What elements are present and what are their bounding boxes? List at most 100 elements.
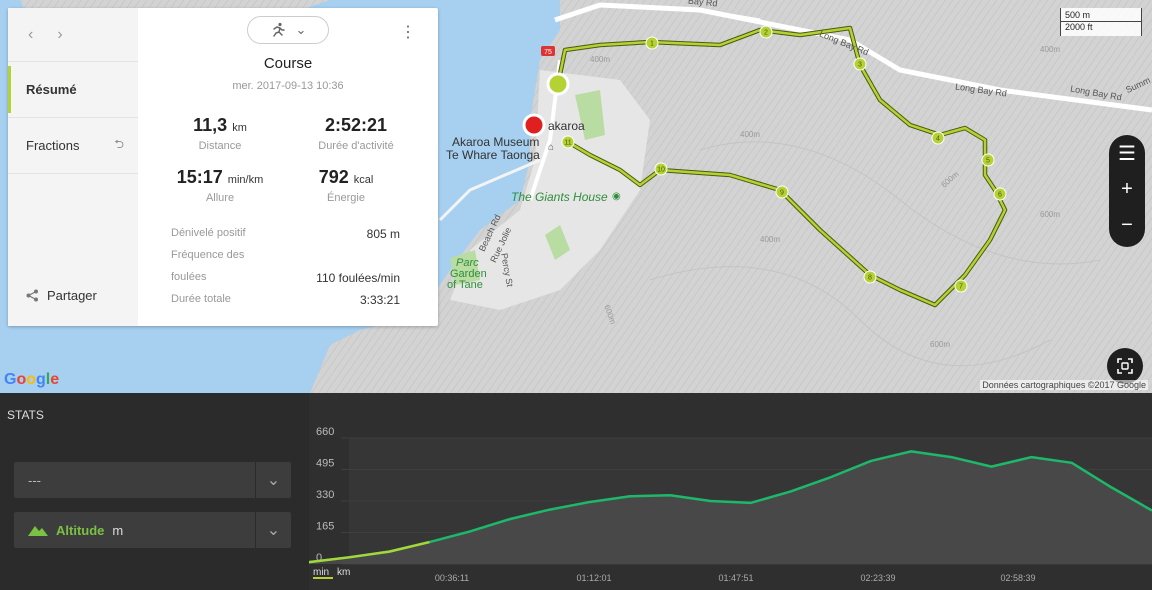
km-marker[interactable]: 4 — [931, 131, 945, 145]
svg-text:1: 1 — [650, 41, 654, 48]
zoom-out-button[interactable]: − — [1109, 207, 1145, 243]
total-duration-label: Durée totale — [171, 293, 231, 305]
distance-label: Distance — [198, 140, 242, 152]
km-marker[interactable]: 10 — [654, 162, 668, 176]
x-unit-min-toggle[interactable]: min — [313, 567, 329, 578]
contour-label: 400m — [740, 130, 761, 139]
google-logo: Google — [4, 371, 60, 388]
cadence-label-cont: foulées — [171, 271, 207, 283]
contour-label: 400m — [760, 235, 781, 244]
y-tick-label: 495 — [316, 458, 334, 470]
stat-select-altitude[interactable]: Altitude m ⌄ — [14, 512, 291, 548]
altitude-chart: 016533049566000:36:11 01:12:01 01:47:51 02:… — [309, 426, 1152, 583]
svg-text:11: 11 — [564, 140, 571, 147]
sidebar-item-label: Fractions — [26, 138, 80, 153]
detail-ascent: Dénivelé positif 805 m — [171, 227, 400, 241]
contour-label: 400m — [1040, 45, 1061, 54]
fit-route-button[interactable] — [1107, 348, 1143, 384]
fit-route-icon — [1117, 358, 1133, 374]
x-tick-label: 00:36:11 — [435, 573, 469, 583]
x-unit-km-toggle[interactable]: km — [337, 567, 350, 578]
share-icon — [26, 289, 38, 302]
km-marker[interactable]: 11 — [561, 135, 575, 149]
contour-label: 400m — [590, 55, 611, 64]
energy-value: 792 — [318, 167, 349, 187]
sport-type-select[interactable]: ⌄ — [247, 16, 329, 44]
km-marker[interactable]: 3 — [853, 57, 867, 71]
pace-unit: min/km — [227, 174, 264, 186]
km-marker[interactable]: 6 — [993, 187, 1007, 201]
laps-icon: ⮌ — [114, 137, 124, 151]
map-attribution[interactable]: Données cartographiques ©2017 Google — [980, 380, 1148, 390]
share-label: Partager — [47, 288, 97, 303]
km-marker[interactable]: 1 — [645, 36, 659, 50]
attraction-icon: ◉ — [612, 191, 621, 202]
cadence-value: 110 foulées/min — [316, 271, 400, 285]
altitude-unit: m — [112, 522, 124, 538]
total-duration-value: 3:33:21 — [359, 293, 400, 307]
y-tick-label: 330 — [316, 489, 334, 501]
cadence-label: Fréquence des — [171, 249, 245, 261]
contour-label: 600m — [1040, 210, 1061, 219]
stat-energy: 792 kcal Énergie — [271, 167, 421, 204]
svg-text:3: 3 — [858, 62, 862, 69]
stat-select-1-value: --- — [28, 472, 41, 488]
zoom-in-button[interactable]: + — [1109, 171, 1145, 207]
stat-select-1[interactable]: --- ⌄ — [14, 462, 291, 498]
svg-text:6: 6 — [998, 192, 1002, 199]
y-tick-label: 660 — [316, 426, 334, 438]
distance-value: 11,3 — [193, 115, 228, 135]
energy-label: Énergie — [327, 192, 365, 204]
next-activity-button[interactable]: › — [57, 26, 62, 44]
sidebar-item-laps[interactable]: Fractions ⮌ — [8, 118, 138, 174]
activity-summary-card: ‹ › Résumé Fractions ⮌ Partager ⌄ ⋮ Cour… — [8, 8, 438, 326]
stat-duration: 2:52:21 Durée d'activité — [281, 115, 431, 152]
altitude-graph[interactable]: 0 165 330 495 660 00:36:11 01:12:01 01:47:51 02:… — [309, 393, 1152, 590]
stats-panel: STATS --- ⌄ Altitude m ⌄ — [0, 393, 309, 590]
layers-menu-icon[interactable]: ☰ — [1109, 135, 1145, 171]
share-button[interactable]: Partager — [26, 288, 97, 303]
chevron-down-icon: ⌄ — [295, 22, 307, 37]
place-label-museum-maori: Te Whare Taonga — [446, 148, 540, 162]
running-icon — [272, 22, 285, 37]
end-marker[interactable] — [522, 113, 546, 137]
distance-unit: km — [232, 122, 247, 134]
x-tick-label: 01:47:51 — [718, 573, 753, 583]
svg-text:7: 7 — [959, 284, 963, 291]
svg-text:8: 8 — [868, 275, 872, 282]
ascent-value: 805 m — [366, 227, 400, 241]
svg-text:2: 2 — [764, 30, 768, 37]
card-main: ⌄ ⋮ Course mer. 2017-09-13 10:36 11,3 km… — [138, 8, 438, 326]
stats-title: STATS — [7, 408, 44, 422]
detail-total-duration: Durée totale 3:33:21 — [171, 293, 400, 307]
activity-date: mer. 2017-09-13 10:36 — [232, 80, 344, 92]
y-tick-label: 165 — [316, 521, 334, 533]
km-marker[interactable]: 2 — [759, 25, 773, 39]
energy-unit: kcal — [353, 174, 374, 186]
km-marker[interactable]: 8 — [863, 270, 877, 284]
more-options-icon[interactable]: ⋮ — [400, 22, 416, 42]
svg-text:4: 4 — [936, 136, 940, 143]
duration-value: 2:52:21 — [324, 115, 388, 135]
activity-title: Course — [263, 55, 313, 72]
km-marker[interactable]: 7 — [954, 279, 968, 293]
start-marker[interactable] — [546, 72, 570, 96]
place-label-akaroa: akaroa — [548, 119, 585, 133]
map-controls: ☰ + − — [1109, 135, 1145, 247]
previous-activity-button[interactable]: ‹ — [28, 26, 33, 44]
chevron-down-icon: ⌄ — [255, 462, 291, 498]
card-sidebar: ‹ › Résumé Fractions ⮌ Partager — [8, 8, 138, 326]
km-marker[interactable]: 5 — [981, 153, 995, 167]
scale-imperial: 2000 ft — [1065, 22, 1093, 32]
map-scale: 500 m 2000 ft — [1060, 8, 1142, 36]
place-label-museum: Akaroa Museum — [452, 135, 540, 149]
place-label-parc-3: of Tane — [447, 279, 483, 291]
sidebar-item-summary[interactable]: Résumé — [8, 62, 138, 118]
contour-label: 600m — [930, 340, 951, 349]
detail-cadence: foulées 110 foulées/min — [171, 271, 400, 285]
chevron-down-icon: ⌄ — [255, 512, 291, 548]
km-marker[interactable]: 9 — [775, 185, 789, 199]
activity-nav: ‹ › — [8, 8, 138, 62]
x-unit-selected-indicator — [313, 577, 333, 579]
duration-label: Durée d'activité — [318, 140, 394, 152]
